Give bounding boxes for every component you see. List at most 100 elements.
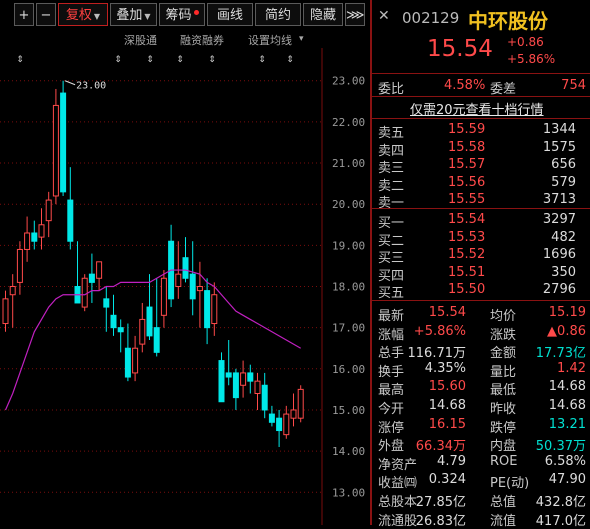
star-marker-icon[interactable]: * [70,48,76,53]
event-marker-icon[interactable]: ⇕ [286,55,294,65]
close-icon[interactable]: ✕ [378,8,390,24]
candle-body[interactable] [232,372,239,399]
chevron-down-icon: ▼ [144,12,151,21]
candle-body[interactable] [211,294,218,325]
ask-price: 15.56 [448,174,486,190]
stats-row: 总股本 27.85亿 总值 432.8亿 [372,489,590,510]
chips-button[interactable]: 筹码 [159,3,205,26]
candle-body[interactable] [196,286,203,292]
expand-icon[interactable]: ⋙ [345,3,365,26]
candlestick-chart[interactable]: ⇕ ⇕ ⇕ ⇕ ⇕ ⇕ ⇕ * * 23.00 22.00 21.00 20.00 19.00 18.00… [0,48,370,525]
candle-body[interactable] [290,409,297,419]
candle-body[interactable] [81,277,88,308]
annotation-pointer [64,80,76,86]
simple-mode-button[interactable]: 简约 [255,3,301,26]
candle-body[interactable] [276,417,283,432]
candle-body[interactable] [247,372,254,382]
candle-body[interactable] [297,388,304,419]
bid-volume: 1696 [542,247,576,262]
hide-button[interactable]: 隐藏 [303,3,343,26]
candle-body[interactable] [283,413,290,436]
ask-price: 15.59 [448,122,486,137]
price-change-pct: +5.86% [507,52,556,66]
event-marker-icon[interactable]: ⇕ [176,55,184,65]
bid-volume: 482 [551,229,576,245]
chips-label: 筹码 [165,8,192,23]
candle-body[interactable] [218,360,225,403]
event-marker-icon[interactable]: ⇕ [258,55,266,65]
candle-body[interactable] [240,372,247,386]
candle-body[interactable] [124,347,131,378]
candle-body[interactable] [67,199,74,242]
price-change: +0.86 [507,35,544,49]
candle-body[interactable] [16,248,23,283]
divider [372,300,590,301]
candle-body[interactable] [9,286,16,296]
candle-body[interactable] [175,273,182,287]
candle-body[interactable] [45,199,52,222]
candle-body[interactable] [261,384,268,411]
candle-body[interactable] [160,277,167,316]
candle-body[interactable] [88,273,95,283]
panel-divider [370,0,372,525]
candle-body[interactable] [96,261,103,279]
ask-row[interactable]: 卖一 15.55 3713 [372,190,590,211]
y-tick-label: 21.00 [332,157,365,170]
candle-body[interactable] [139,318,146,345]
stat-value: 47.90 [548,472,586,488]
restore-right-dropdown[interactable]: 复权 ▼ [58,3,108,26]
event-marker-icon[interactable]: ⇕ [16,55,24,65]
overlay-label: 叠加 [116,8,143,23]
candle-body[interactable] [110,314,117,329]
stock-name: 中环股份 [468,9,548,33]
zoom-in-button[interactable]: + [14,3,34,26]
bid-volume: 3297 [542,212,576,227]
y-tick-label: 16.00 [332,363,365,376]
candle-body[interactable] [225,372,232,378]
candle-body[interactable] [117,327,124,333]
stat-label: 流值 [490,513,517,529]
restore-right-label: 复权 [65,8,92,23]
candle-body[interactable] [132,347,139,374]
zoom-out-button[interactable]: − [36,3,56,26]
margin-trading-link[interactable]: 融资融券 [180,32,224,48]
candle-body[interactable] [189,273,196,300]
candle-body[interactable] [2,298,9,325]
stat-value: 26.83亿 [415,513,466,529]
notification-dot-icon [193,10,199,15]
shenzhen-connect-link[interactable]: 深股通 [124,32,157,48]
candle-body[interactable] [153,327,160,353]
weibi-label: 委比 [378,82,405,97]
bid-price: 15.53 [448,229,486,245]
y-tick-label: 13.00 [332,486,365,499]
star-marker-icon[interactable]: * [89,48,95,53]
stats-row: 涨幅 +5.86% 涨跌 ▲0.86 [372,322,590,343]
candle-body[interactable] [103,298,110,308]
candle-body[interactable] [52,104,59,197]
y-tick-label: 14.00 [332,445,365,458]
candle-body[interactable] [204,290,211,329]
set-ma-link[interactable]: 设置均线 [248,32,292,48]
ten-level-quote-link[interactable]: 仅需20元查看十档行情 [410,99,544,118]
candle-body[interactable] [254,380,261,394]
ask-price: 15.55 [448,192,486,207]
event-marker-icon[interactable]: ⇕ [146,55,154,65]
bid-row[interactable]: 买五 15.50 2796 [372,280,590,301]
overlay-dropdown[interactable]: 叠加 ▼ [110,3,157,26]
candle-body[interactable] [24,232,31,250]
draw-line-button[interactable]: 画线 [207,3,253,26]
event-marker-icon[interactable]: ⇕ [208,55,216,65]
stats-row: 换手 4.35% 量比 1.42 [372,359,590,380]
stat-value: 417.0亿 [535,513,586,529]
candle-body[interactable] [146,306,153,337]
stats-row: 外盘 66.34万 内盘 50.37万 [372,433,590,454]
candle-body[interactable] [268,413,275,423]
candle-body[interactable] [60,92,67,193]
stat-value: 14.68 [548,379,586,395]
candle-body[interactable] [31,232,38,242]
candle-body[interactable] [182,257,189,279]
stat-value: 6.58% [544,453,586,469]
candle-body[interactable] [38,224,45,238]
chart-candles [2,80,304,447]
event-marker-icon[interactable]: ⇕ [114,55,122,65]
